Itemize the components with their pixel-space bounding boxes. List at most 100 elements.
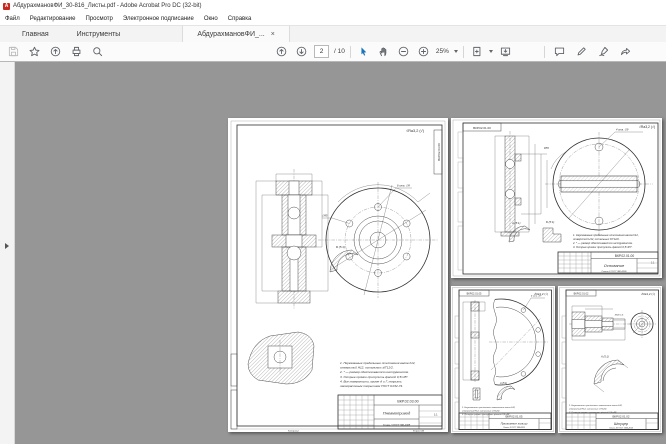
svg-text:ВКР.02.01.05: ВКР.02.01.05 bbox=[467, 293, 482, 296]
star-icon bbox=[29, 46, 40, 57]
svg-text:отверстий H12, остальных ±IT12: отверстий H12, остальных ±IT12/2. bbox=[569, 407, 607, 410]
zoom-level-value[interactable]: 25% bbox=[436, 48, 449, 55]
svg-text:4 отв. ∅9: 4 отв. ∅9 bbox=[616, 127, 629, 131]
window-titlebar: A АбдурахмановФИ_30-816_Листы.pdf - Adob… bbox=[0, 0, 666, 12]
svg-text:3. Острые кромки притупить фас: 3. Острые кромки притупить фаской 0,5×45… bbox=[573, 245, 633, 249]
page-down-icon bbox=[296, 46, 307, 57]
notes: 1. Неуказанные предельные отклонения вал… bbox=[339, 361, 416, 388]
print-button[interactable] bbox=[69, 44, 84, 59]
plus-circle-icon bbox=[418, 46, 429, 57]
drawing-pnevmoprivod: ВКР.02.03.00 √Ra3,2 (√) bbox=[228, 118, 448, 432]
svg-text:Б (5:1): Б (5:1) bbox=[336, 245, 345, 249]
comment-bubble-icon bbox=[554, 46, 565, 57]
send-for-review-button[interactable] bbox=[618, 44, 633, 59]
drawing-shtutser: ВКР.02.01.02 √Ra3,2 (√) bbox=[558, 286, 662, 433]
part-name: Штуцер bbox=[614, 422, 628, 426]
save-icon bbox=[8, 46, 19, 57]
svg-text:2. * — размер обеспечивается и: 2. * — размер обеспечивается инструменто… bbox=[572, 241, 633, 245]
menu-esign[interactable]: Электронное подписание bbox=[123, 16, 194, 22]
ra-mark: √Ra3,2 (√) bbox=[406, 129, 425, 133]
fit-page-button[interactable] bbox=[469, 44, 484, 59]
menu-help[interactable]: Справка bbox=[228, 16, 252, 22]
menu-edit[interactable]: Редактирование bbox=[30, 16, 76, 22]
search-icon bbox=[92, 46, 103, 57]
pdf-page-osnovanie: ВКР.02.01.00 √Ra3,2 (√) bbox=[451, 118, 662, 278]
zoom-dropdown-caret-icon[interactable] bbox=[454, 50, 458, 53]
navigation-pane-rail[interactable] bbox=[0, 62, 15, 444]
hand-tool-button[interactable] bbox=[376, 44, 391, 59]
end-view bbox=[628, 310, 656, 338]
detail-view-b: Б (5:1) bbox=[543, 220, 561, 242]
svg-text:отверстий H12, остальных ±IT12: отверстий H12, остальных ±IT12/2. bbox=[340, 366, 394, 370]
star-button[interactable] bbox=[27, 44, 42, 59]
svg-text:А (5:1): А (5:1) bbox=[511, 221, 520, 225]
menu-window[interactable]: Окно bbox=[204, 16, 218, 22]
tab-close-icon[interactable]: × bbox=[271, 31, 275, 38]
fit-dropdown-caret-icon[interactable] bbox=[489, 50, 493, 53]
comment-button[interactable] bbox=[552, 44, 567, 59]
scrolling-mode-button[interactable] bbox=[498, 44, 513, 59]
svg-text:ВКР.02.01.02: ВКР.02.01.02 bbox=[612, 414, 629, 418]
part-name: Пневмопривод bbox=[383, 411, 411, 416]
svg-text:Сталь 3 ГОСТ 380-2005: Сталь 3 ГОСТ 380-2005 bbox=[383, 424, 411, 427]
fit-width-icon bbox=[500, 46, 511, 57]
svg-text:R55: R55 bbox=[544, 146, 549, 150]
svg-text:4. Все поверхности, кроме А и: 4. Все поверхности, кроме А и Г, покрыть bbox=[340, 379, 402, 383]
svg-text:Формат А3: Формат А3 bbox=[413, 429, 425, 432]
zoom-in-button[interactable] bbox=[416, 44, 431, 59]
half-ring-view: 4 отв. ∅7 bbox=[489, 295, 548, 385]
svg-text:ВКР.02.01.05: ВКР.02.01.05 bbox=[505, 414, 522, 418]
share-arrow-icon bbox=[620, 46, 631, 57]
svg-text:∅95: ∅95 bbox=[322, 213, 328, 217]
svg-text:Сталь 20 ГОСТ 1050-2013: Сталь 20 ГОСТ 1050-2013 bbox=[609, 427, 634, 429]
edit-pdf-button[interactable] bbox=[574, 44, 589, 59]
signature-pen-icon bbox=[598, 46, 609, 57]
fitting-section-view: М12×1,5 bbox=[569, 306, 632, 340]
svg-text:Сталь 3 ГОСТ 380-2005: Сталь 3 ГОСТ 380-2005 bbox=[602, 271, 628, 273]
svg-text:1. Неуказанные предельные откл: 1. Неуказанные предельные отклонения вал… bbox=[569, 404, 623, 407]
menu-view[interactable]: Просмотр bbox=[85, 16, 112, 22]
svg-text:1. Неуказанные предельные откл: 1. Неуказанные предельные отклонения вал… bbox=[573, 233, 639, 237]
tab-home[interactable]: Главная bbox=[8, 26, 63, 42]
acrobat-app-icon: A bbox=[3, 3, 10, 10]
flange-view: ∅95 6 отв. ∅9 bbox=[318, 182, 438, 298]
pdf-page-koltso: ВКР.02.01.05 √Ra3,2 (√) bbox=[451, 286, 555, 433]
detail-view-b: Б (5:1) bbox=[330, 245, 358, 272]
share-file-button[interactable] bbox=[48, 44, 63, 59]
notes: 1. Неуказанные предельные отклонения вал… bbox=[572, 233, 639, 249]
pencil-icon bbox=[576, 46, 587, 57]
upload-icon bbox=[50, 46, 61, 57]
previous-page-button[interactable] bbox=[274, 44, 289, 59]
page-up-icon bbox=[276, 46, 287, 57]
tab-document[interactable]: АбдурахмановФИ_... × bbox=[182, 26, 290, 42]
tab-tools[interactable]: Инструменты bbox=[63, 26, 135, 42]
detail-view-a: А (5:1) bbox=[594, 355, 628, 393]
svg-text:отверстий H12, остальных ±IT12: отверстий H12, остальных ±IT12/2. bbox=[462, 409, 500, 412]
tab-document-label: АбдурахмановФИ_... bbox=[197, 31, 264, 38]
plate-section-view bbox=[495, 131, 547, 239]
search-button[interactable] bbox=[90, 44, 105, 59]
svg-text:ВКР.02.01.00: ВКР.02.01.00 bbox=[615, 254, 635, 258]
zoom-out-button[interactable] bbox=[396, 44, 411, 59]
hand-icon bbox=[378, 46, 389, 57]
pdf-page-pnevmoprivod: ВКР.02.03.00 √Ra3,2 (√) bbox=[228, 118, 448, 432]
svg-text:Б (5:1): Б (5:1) bbox=[546, 220, 554, 224]
fill-sign-button[interactable] bbox=[596, 44, 611, 59]
select-tool-button[interactable] bbox=[356, 44, 371, 59]
menubar: Файл Редактирование Просмотр Электронное… bbox=[0, 12, 666, 25]
cursor-icon bbox=[358, 46, 369, 57]
menu-file[interactable]: Файл bbox=[5, 16, 20, 22]
save-button[interactable] bbox=[6, 44, 21, 59]
page-number-input[interactable]: 2 bbox=[314, 45, 329, 58]
disc-view: 4 отв. ∅9 R55 bbox=[544, 127, 653, 236]
title-block: ВКР.02.03.00 Пневмопривод Сталь 3 ГОСТ 3… bbox=[338, 395, 442, 429]
svg-text:2. * — размер обеспечивается и: 2. * — размер обеспечивается инструменто… bbox=[339, 370, 409, 374]
next-page-button[interactable] bbox=[294, 44, 309, 59]
svg-text:3. Острые кромки притупить фас: 3. Острые кромки притупить фаской 0,5×45… bbox=[340, 375, 409, 379]
tabbar: Главная Инструменты АбдурахмановФИ_... × bbox=[0, 25, 666, 42]
svg-text:1. Неуказанные предельные откл: 1. Неуказанные предельные отклонения вал… bbox=[340, 361, 416, 365]
drawing-koltso: ВКР.02.01.05 √Ra3,2 (√) bbox=[451, 286, 555, 433]
nav-pane-toggle-icon[interactable] bbox=[5, 243, 9, 249]
svg-text:А (5:1): А (5:1) bbox=[600, 355, 609, 359]
document-canvas[interactable]: ВКР.02.03.00 √Ra3,2 (√) bbox=[0, 62, 666, 444]
